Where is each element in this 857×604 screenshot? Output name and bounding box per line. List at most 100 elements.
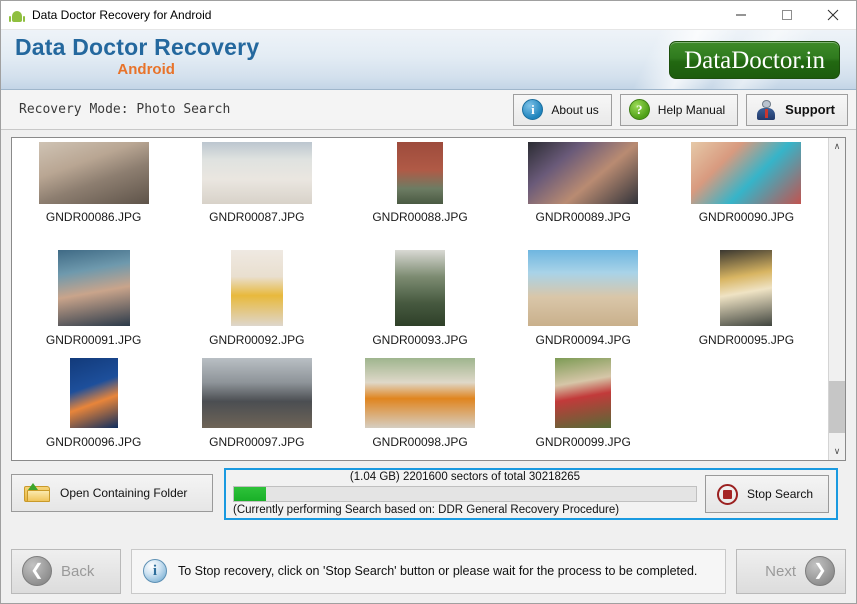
thumbnail-label: GNDR00088.JPG — [372, 210, 468, 224]
brand-title: Data Doctor Recovery — [15, 34, 260, 60]
thumbnail-label: GNDR00096.JPG — [45, 435, 142, 449]
about-us-button[interactable]: i About us — [513, 93, 612, 126]
recovery-mode-bar: Recovery Mode: Photo Search i About us ?… — [1, 90, 856, 130]
progress-info-group: (1.04 GB) 2201600 sectors of total 30218… — [233, 471, 697, 517]
thumbnail-item[interactable]: GNDR00096.JPG — [12, 358, 175, 460]
thumbnail-label: GNDR00090.JPG — [698, 210, 795, 224]
thumbnail-image[interactable] — [691, 142, 802, 204]
scrollbar-thumb[interactable] — [829, 381, 845, 433]
thumbnail-image[interactable] — [201, 358, 312, 428]
back-label: Back — [61, 562, 95, 580]
thumbnail-label: GNDR00093.JPG — [372, 333, 468, 347]
question-icon: ? — [628, 99, 650, 120]
thumbnail-item[interactable]: GNDR00093.JPG — [338, 250, 501, 358]
thumbnail-image[interactable] — [397, 142, 443, 204]
application-window: Data Doctor Recovery for Android Data Do… — [0, 0, 857, 604]
thumbnail-item[interactable]: GNDR00087.JPG — [175, 142, 338, 250]
thumbnail-item[interactable]: GNDR00089.JPG — [502, 142, 665, 250]
brand-subtitle: Android — [117, 61, 175, 78]
main-content: GNDR00086.JPG GNDR00087.JPG GNDR00088.JP… — [1, 130, 856, 539]
thumbnail-item-empty — [665, 358, 828, 460]
thumbnail-item[interactable]: GNDR00097.JPG — [175, 358, 338, 460]
info-icon: i — [143, 559, 167, 583]
progress-sectors-label: (1.04 GB) 2201600 sectors of total 30218… — [349, 471, 581, 483]
footer-bar: ❮ Back i To Stop recovery, click on 'Sto… — [1, 539, 856, 603]
next-button[interactable]: Next ❯ — [736, 548, 846, 594]
android-robot-icon — [9, 7, 25, 23]
thumbnail-image[interactable] — [57, 250, 130, 326]
thumbnail-row: GNDR00096.JPG GNDR00097.JPG GNDR00098.JP… — [12, 358, 828, 460]
open-containing-folder-button[interactable]: Open Containing Folder — [11, 474, 213, 512]
progress-strip: Open Containing Folder (1.04 GB) 2201600… — [11, 468, 846, 520]
maximize-button[interactable] — [764, 1, 810, 30]
thumbnail-item[interactable]: GNDR00088.JPG — [338, 142, 501, 250]
datadoctor-logo[interactable]: DataDoctor.in — [669, 41, 840, 79]
thumbnail-row: GNDR00086.JPG GNDR00087.JPG GNDR00088.JP… — [12, 142, 828, 250]
thumbnail-item[interactable]: GNDR00098.JPG — [338, 358, 501, 460]
stop-record-icon — [717, 483, 738, 505]
stop-search-button[interactable]: Stop Search — [705, 475, 829, 513]
thumbnail-row: GNDR00091.JPG GNDR00092.JPG GNDR00093.JP… — [12, 250, 828, 358]
back-button[interactable]: ❮ Back — [11, 548, 121, 594]
thumbnail-results-panel: GNDR00086.JPG GNDR00087.JPG GNDR00088.JP… — [11, 137, 846, 461]
brand-text-group: Data Doctor Recovery Android — [15, 32, 259, 79]
thumbnail-item[interactable]: GNDR00095.JPG — [665, 250, 828, 358]
thumbnail-label: GNDR00095.JPG — [698, 333, 795, 347]
help-manual-label: Help Manual — [657, 102, 726, 117]
thumbnail-label: GNDR00087.JPG — [209, 210, 305, 224]
thumbnail-image[interactable] — [555, 358, 612, 428]
folder-up-icon — [24, 483, 50, 503]
title-bar: Data Doctor Recovery for Android — [1, 1, 856, 30]
help-manual-button[interactable]: ? Help Manual — [619, 93, 739, 126]
thumbnail-image[interactable] — [230, 250, 283, 326]
minimize-button[interactable] — [718, 1, 764, 30]
progress-procedure-label: (Currently performing Search based on: D… — [233, 504, 620, 516]
thumbnail-label: GNDR00099.JPG — [535, 435, 631, 449]
thumbnail-image[interactable] — [720, 250, 773, 326]
thumbnail-item[interactable]: GNDR00086.JPG — [12, 142, 175, 250]
chevron-right-icon: ❯ — [805, 556, 835, 586]
search-progress-panel: (1.04 GB) 2201600 sectors of total 30218… — [224, 468, 838, 520]
status-message-bar: i To Stop recovery, click on 'Stop Searc… — [131, 548, 726, 594]
thumbnail-grid: GNDR00086.JPG GNDR00087.JPG GNDR00088.JP… — [12, 138, 828, 460]
support-label: Support — [785, 102, 835, 117]
support-button[interactable]: Support — [746, 93, 848, 126]
thumbnail-label: GNDR00097.JPG — [209, 435, 305, 449]
thumbnail-scrollbar[interactable]: ∧ ∨ — [828, 138, 845, 460]
open-folder-label: Open Containing Folder — [60, 486, 188, 500]
window-title: Data Doctor Recovery for Android — [32, 8, 212, 22]
stop-search-label: Stop Search — [747, 487, 814, 501]
next-label: Next — [765, 562, 796, 580]
thumbnail-image[interactable] — [38, 142, 149, 204]
thumbnail-image[interactable] — [69, 358, 118, 428]
thumbnail-label: GNDR00086.JPG — [45, 210, 142, 224]
scrollbar-track[interactable] — [829, 155, 845, 443]
about-us-label: About us — [551, 102, 599, 117]
chevron-left-icon: ❮ — [22, 556, 52, 586]
brand-header: Data Doctor Recovery Android DataDoctor.… — [1, 30, 856, 90]
support-person-icon — [755, 99, 777, 120]
thumbnail-item[interactable]: GNDR00099.JPG — [502, 358, 665, 460]
scroll-down-icon[interactable]: ∨ — [829, 443, 845, 460]
progress-bar — [233, 486, 697, 502]
thumbnail-image[interactable] — [201, 142, 312, 204]
thumbnail-label: GNDR00094.JPG — [535, 333, 631, 347]
thumbnail-label: GNDR00092.JPG — [209, 333, 305, 347]
thumbnail-item[interactable]: GNDR00092.JPG — [175, 250, 338, 358]
thumbnail-label: GNDR00091.JPG — [45, 333, 142, 347]
thumbnail-image[interactable] — [395, 250, 445, 326]
info-icon: i — [522, 99, 544, 120]
thumbnail-image[interactable] — [528, 142, 639, 204]
thumbnail-item[interactable]: GNDR00091.JPG — [12, 250, 175, 358]
thumbnail-image[interactable] — [528, 250, 639, 326]
thumbnail-label: GNDR00089.JPG — [535, 210, 631, 224]
thumbnail-item[interactable]: GNDR00090.JPG — [665, 142, 828, 250]
close-button[interactable] — [810, 1, 856, 30]
thumbnail-label: GNDR00098.JPG — [372, 435, 468, 449]
thumbnail-image[interactable] — [365, 358, 475, 428]
scroll-up-icon[interactable]: ∧ — [829, 138, 845, 155]
progress-bar-fill — [234, 487, 267, 501]
status-message-text: To Stop recovery, click on 'Stop Search'… — [178, 564, 698, 578]
thumbnail-item[interactable]: GNDR00094.JPG — [502, 250, 665, 358]
recovery-mode-label: Recovery Mode: Photo Search — [19, 102, 231, 117]
